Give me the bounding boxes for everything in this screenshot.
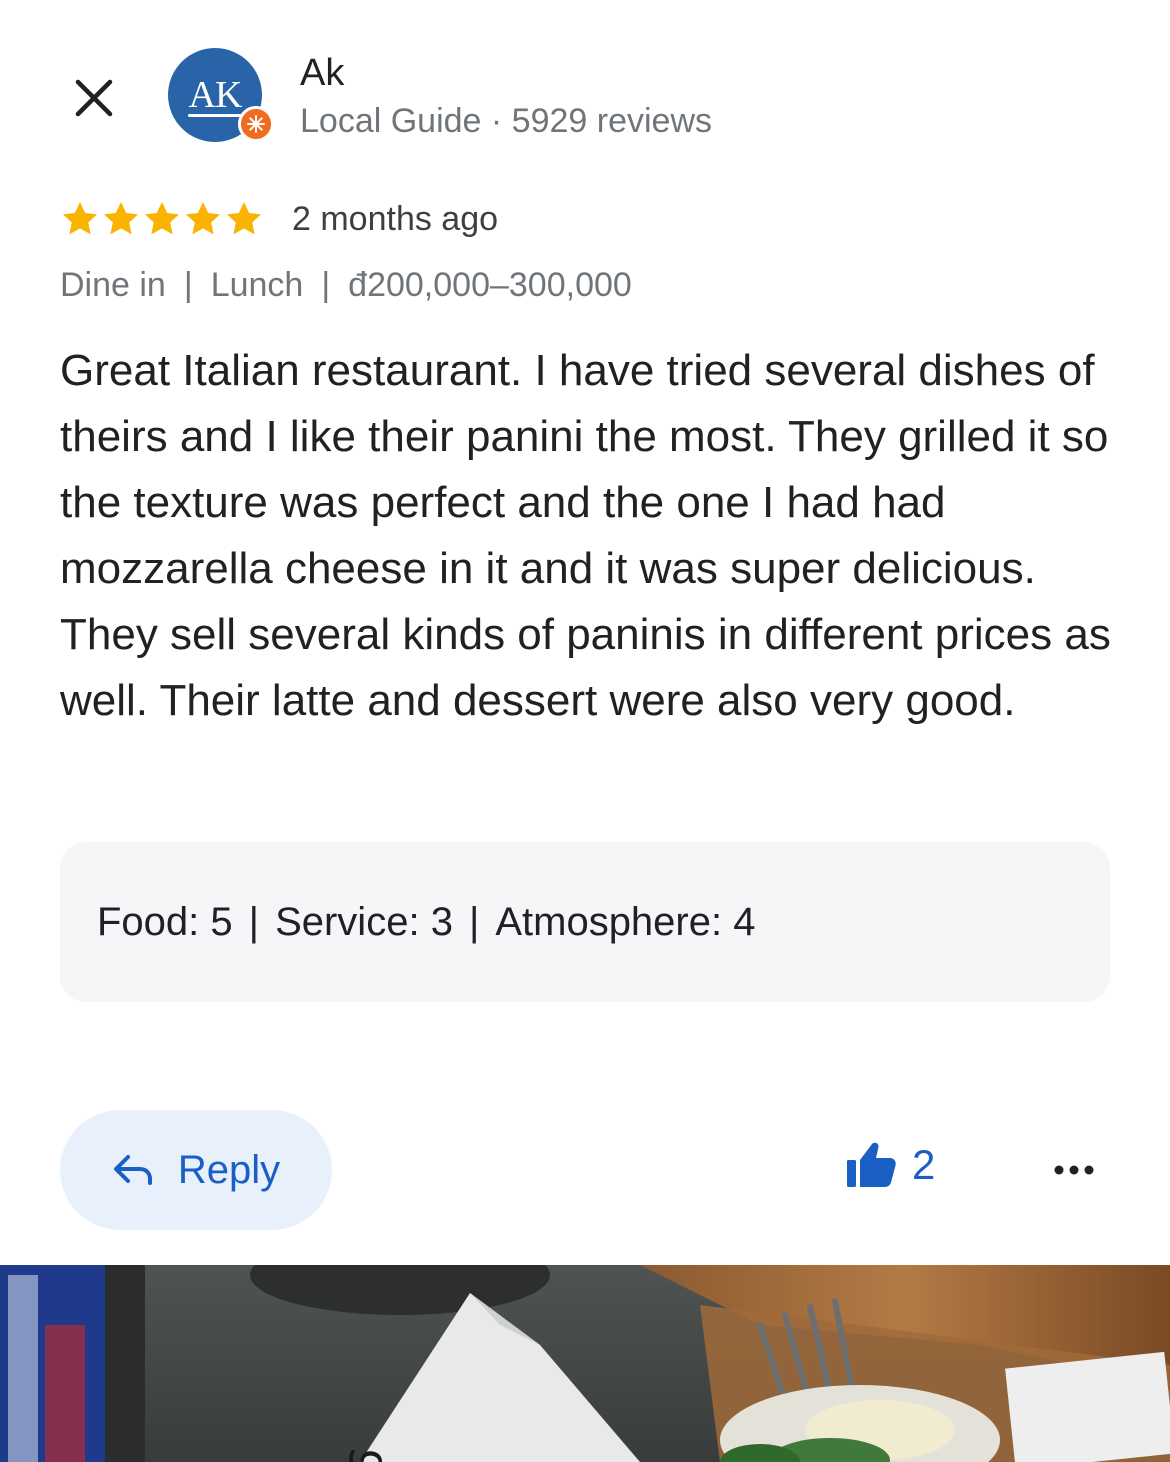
service-rating-value: 3 [430,899,453,944]
rating-separator: | [248,899,260,944]
star-icon [186,202,220,235]
reply-arrow-icon [113,1155,152,1185]
tag-separator: | [183,266,193,304]
tag-separator: | [321,266,331,304]
avatar-underline [188,114,242,117]
atmosphere-rating-label: Atmosphere: [495,899,723,944]
star-icon [145,202,179,235]
rating-separator: | [468,899,480,944]
food-photo-image: 96 [0,1265,1170,1462]
avatar-initials: AK [188,74,243,116]
like-count: 2 [912,1141,936,1188]
service-rating-label: Service: [275,899,420,944]
local-guide-badge-icon [238,106,274,142]
more-horizontal-icon [1054,1165,1094,1175]
atmosphere-rating-value: 4 [733,899,756,944]
reply-label: Reply [177,1147,281,1192]
user-meta: Local Guide · 5929 reviews [300,102,713,140]
user-name[interactable]: Ak [300,52,344,95]
star-icon [63,202,97,235]
review-time: 2 months ago [292,199,499,238]
like-button[interactable]: 2 [844,1140,935,1190]
close-button[interactable] [66,70,122,126]
food-rating-label: Food: [97,899,200,944]
close-icon [75,79,113,117]
sub-ratings: Food: 5 | Service: 3 | Atmosphere: 4 [60,842,1110,1002]
star-icon [104,202,138,235]
star-icon [227,202,261,235]
review-detail-sheet: AK Ak Local Guide · 5929 reviews 2 month… [0,0,1170,1462]
visit-tag-meal: Lunch [210,266,304,304]
rating-row: 2 months ago [60,196,498,242]
visit-tags: Dine in | Lunch | đ200,000–300,000 [60,266,632,305]
star-rating [60,199,264,239]
food-rating-value: 5 [210,899,233,944]
review-photo[interactable]: 96 [0,1265,1170,1462]
reply-button[interactable]: Reply [60,1110,332,1230]
visit-tag-price: đ200,000–300,000 [348,266,632,304]
thumbs-up-icon [847,1142,896,1187]
more-options-button[interactable] [1046,1148,1102,1192]
visit-tag-service: Dine in [60,266,166,304]
review-text: Great Italian restaurant. I have tried s… [60,346,1111,725]
